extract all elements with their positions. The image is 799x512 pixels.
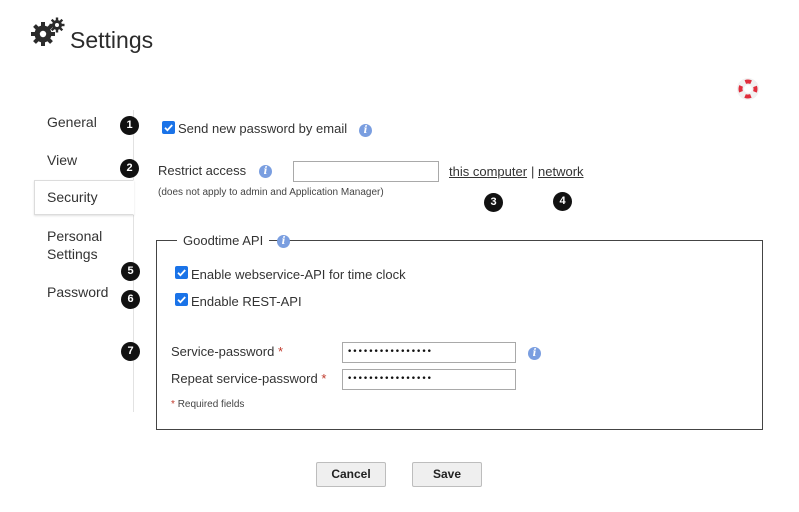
enable-rest-label: Endable REST-API [191,294,302,309]
goodtime-api-info-icon[interactable]: i [277,235,290,248]
annotation-badge-6: 6 [121,290,140,309]
restrict-access-note: (does not apply to admin and Application… [158,187,384,198]
sidebar-item-general[interactable]: General [34,113,134,131]
page-title: Settings [70,27,154,53]
enable-webservice-label: Enable webservice-API for time clock [191,267,406,282]
enable-rest-checkbox[interactable] [175,293,188,306]
required-fields-text: Required fields [177,399,245,410]
annotation-badge-7: 7 [121,342,140,361]
restrict-access-info-icon[interactable]: i [259,165,272,178]
service-password-label-text: Service-password [171,344,275,359]
send-password-info-icon[interactable]: i [359,124,372,137]
goodtime-api-title: Goodtime API [183,233,264,248]
repeat-password-input[interactable]: •••••••••••••••• [342,369,516,390]
sidebar-item-password[interactable]: Password [34,283,134,301]
annotation-badge-2: 2 [120,159,139,178]
repeat-password-label: Repeat service-password * [171,371,326,387]
required-marker: * [277,344,284,359]
annotation-badge-3: 3 [484,193,503,212]
gears-icon [31,17,65,47]
send-password-label: Send new password by email [178,121,348,136]
annotation-badge-1: 1 [120,116,139,135]
annotation-badge-5: 5 [121,262,140,281]
sidebar-item-personal-settings[interactable]: Personal Settings [34,227,124,263]
send-password-checkbox[interactable] [162,121,175,134]
sidebar-item-view[interactable]: View [34,151,134,169]
service-password-label: Service-password * [171,344,283,360]
goodtime-api-legend: Goodtime API [177,232,270,250]
link-separator: | [531,164,535,179]
annotation-badge-4: 4 [553,192,572,211]
service-password-info-icon[interactable]: i [528,347,541,360]
repeat-password-label-text: Repeat service-password [171,371,318,386]
sidebar-item-security[interactable]: Security [34,180,134,215]
restrict-access-label: Restrict access [158,163,247,178]
enable-webservice-checkbox[interactable] [175,266,188,279]
required-marker: * [321,371,327,386]
cancel-button[interactable]: Cancel [316,462,386,487]
required-marker: * [171,399,175,410]
restrict-access-input[interactable] [293,161,439,182]
this-computer-link[interactable]: this computer [449,164,527,179]
network-link[interactable]: network [538,164,584,179]
help-lifebuoy-icon[interactable] [737,78,759,100]
service-password-input[interactable]: •••••••••••••••• [342,342,516,363]
save-button[interactable]: Save [412,462,482,487]
required-fields-note: * Required fields [171,399,244,410]
